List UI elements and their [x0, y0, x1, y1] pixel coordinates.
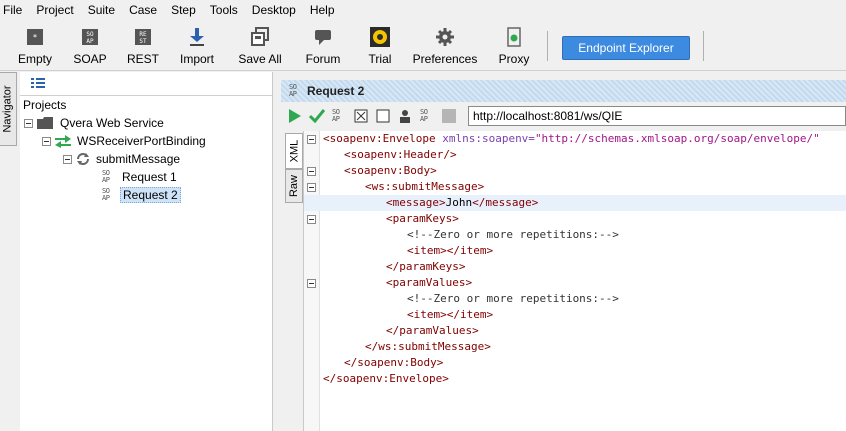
format-icon[interactable] — [353, 108, 369, 124]
proxy-icon — [502, 25, 526, 49]
soap-request-icon: SO AP — [289, 83, 297, 98]
svg-text:*: * — [33, 33, 37, 42]
import-icon — [185, 25, 209, 49]
folder-icon — [37, 117, 53, 129]
navigator-panel: Projects Qvera Web Service WSReceiverPor… — [20, 72, 273, 431]
trial-button[interactable]: Trial — [365, 25, 395, 69]
collapse-toggle-icon[interactable] — [63, 154, 72, 164]
empty-button[interactable]: * Empty — [15, 25, 55, 69]
soap-settings-icon[interactable]: SO AP — [419, 108, 435, 124]
svg-text:AP: AP — [86, 38, 94, 45]
empty-project-icon: * — [23, 25, 47, 49]
code-line: <soapenv:Envelope xmlns:soapenv="http://… — [323, 132, 820, 145]
editor-title-bar: SO AP Request 2 — [281, 80, 846, 102]
binding-icon — [55, 134, 71, 148]
menu-file[interactable]: File — [0, 0, 26, 21]
code-line: </ws:submitMessage> — [365, 340, 491, 353]
save-all-button[interactable]: Save All — [238, 25, 282, 69]
tree-item-request-2[interactable]: SO AP Request 2 — [102, 186, 181, 204]
code-line: <item></item> — [407, 308, 494, 321]
code-line: <!--Zero or more repetitions:--> — [407, 292, 619, 305]
add-assertion-icon[interactable] — [309, 108, 325, 124]
menu-bar: File Project Suite Case Step Tools Deskt… — [0, 0, 846, 21]
tab-xml[interactable]: XML — [285, 133, 303, 169]
code-line-current: <message>John</message> — [304, 195, 846, 211]
refresh-icon — [76, 152, 90, 166]
editor-toolbar: SO AP SO AP http://localhost:8081/ws/QIE — [281, 105, 846, 127]
tree-root-projects[interactable]: Projects — [21, 96, 68, 114]
tree-item-binding[interactable]: WSReceiverPortBinding — [42, 132, 208, 150]
request-editor: SO AP Request 2 SO AP SO AP http://localhos… — [281, 72, 846, 431]
collapse-toggle-icon[interactable] — [24, 118, 33, 128]
menu-help[interactable]: Help — [306, 0, 339, 21]
save-all-icon — [248, 25, 272, 49]
code-line: <paramValues> — [386, 276, 473, 289]
endpoint-url-field[interactable]: http://localhost:8081/ws/QIE — [468, 106, 846, 126]
editor-side-tabs: XML Raw — [285, 133, 303, 203]
svg-text:SO: SO — [86, 31, 94, 38]
svg-text:RE: RE — [139, 31, 147, 38]
navigator-tab[interactable]: Navigator — [0, 72, 17, 146]
code-line: </soapenv:Body> — [344, 356, 444, 369]
soap-action-icon[interactable]: SO AP — [331, 108, 347, 124]
trial-icon — [368, 25, 392, 49]
code-line: <ws:submitMessage> — [365, 180, 485, 193]
soap-icon: SO AP — [78, 25, 102, 49]
code-line: </soapenv:Envelope> — [323, 372, 449, 385]
menu-suite[interactable]: Suite — [84, 0, 119, 21]
tree-item-request-1[interactable]: SO AP Request 1 — [102, 168, 179, 186]
user-icon[interactable] — [397, 108, 413, 124]
stop-icon[interactable] — [375, 108, 391, 124]
main-toolbar: * Empty SO AP SOAP RE ST REST Import Save … — [0, 21, 846, 71]
tab-raw[interactable]: Raw — [285, 169, 303, 203]
forum-icon — [311, 25, 335, 49]
endpoint-explorer-button[interactable]: Endpoint Explorer — [562, 36, 690, 60]
menu-case[interactable]: Case — [125, 0, 161, 21]
menu-desktop[interactable]: Desktop — [248, 0, 300, 21]
code-line: </paramValues> — [386, 324, 479, 337]
xml-editor[interactable]: <soapenv:Envelope xmlns:soapenv="http://… — [303, 131, 846, 431]
import-button[interactable]: Import — [176, 25, 218, 69]
navigator-toolbar — [20, 72, 272, 96]
collapse-toggle-icon[interactable] — [42, 136, 51, 146]
code-line: <!--Zero or more repetitions:--> — [407, 228, 619, 241]
toolbar-separator — [703, 31, 704, 61]
forum-button[interactable]: Forum — [304, 25, 342, 69]
list-view-icon[interactable] — [31, 78, 45, 89]
rest-icon: RE ST — [131, 25, 155, 49]
editor-title: Request 2 — [307, 84, 365, 98]
menu-tools[interactable]: Tools — [206, 0, 242, 21]
soap-request-icon: SO AP — [102, 169, 110, 184]
code-line: <item></item> — [407, 244, 494, 257]
code-line: <paramKeys> — [386, 212, 459, 225]
tree-item-project[interactable]: Qvera Web Service — [24, 114, 166, 132]
menu-project[interactable]: Project — [32, 0, 77, 21]
toolbar-separator — [547, 31, 548, 61]
menu-step[interactable]: Step — [167, 0, 200, 21]
rest-button[interactable]: RE ST REST — [126, 25, 160, 69]
code-line: <soapenv:Header/> — [344, 148, 457, 161]
svg-text:ST: ST — [139, 38, 147, 45]
gear-icon — [433, 25, 457, 49]
soap-button[interactable]: SO AP SOAP — [73, 25, 107, 69]
tree-item-operation[interactable]: submitMessage — [63, 150, 182, 168]
code-line: </paramKeys> — [386, 260, 466, 273]
disabled-square-icon — [441, 108, 457, 124]
run-icon[interactable] — [287, 108, 303, 124]
preferences-button[interactable]: Preferences — [413, 25, 477, 69]
code-line: <soapenv:Body> — [344, 164, 437, 177]
soap-request-icon: SO AP — [102, 187, 110, 202]
proxy-button[interactable]: Proxy — [497, 25, 531, 69]
